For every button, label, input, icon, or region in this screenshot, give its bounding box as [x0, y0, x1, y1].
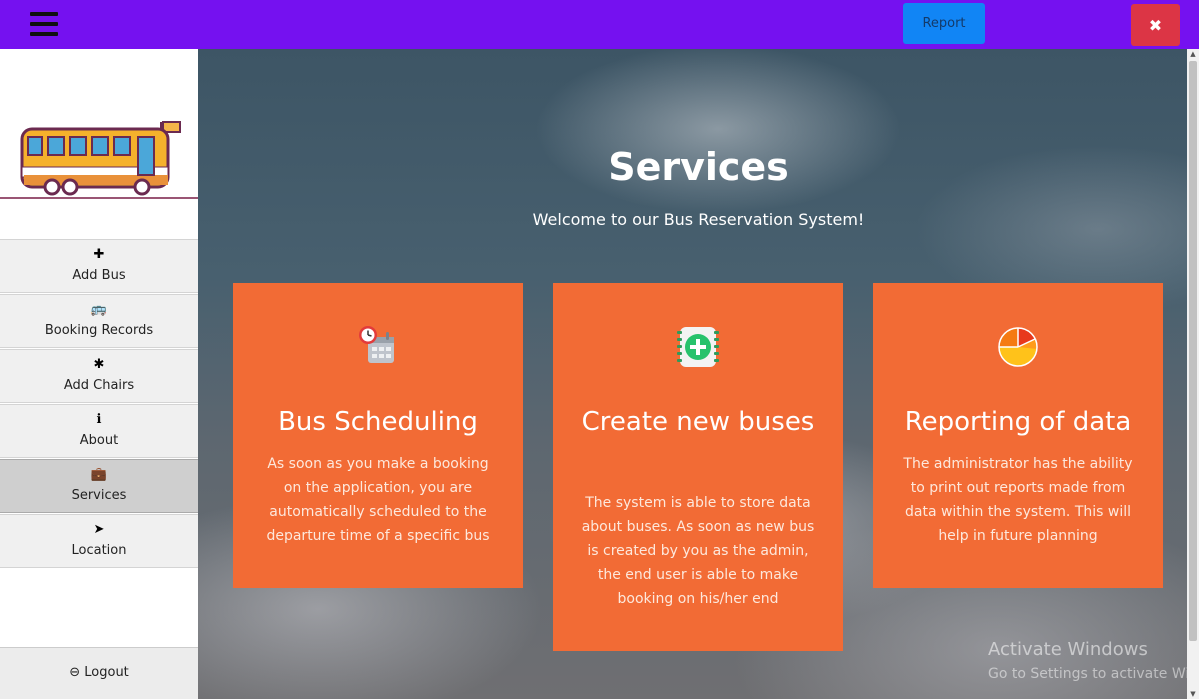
bug-icon: ✱ — [93, 357, 105, 372]
page-title: Services — [608, 145, 789, 189]
calendar-clock-icon — [359, 326, 394, 363]
close-button[interactable]: ✖ — [1131, 4, 1180, 46]
sidebar-item-services[interactable]: 💼 Services — [0, 459, 198, 513]
plus-icon: ✚ — [93, 247, 105, 262]
hamburger-menu-icon[interactable] — [30, 12, 58, 36]
card-text: The system is able to store data about b… — [581, 495, 815, 607]
pie-chart-icon — [998, 327, 1038, 367]
sidebar-item-label: About — [79, 433, 119, 448]
sidebar-item-about[interactable]: ℹ About — [0, 404, 198, 458]
main-content: Services Welcome to our Bus Reservation … — [198, 49, 1199, 699]
sidebar-item-add-bus[interactable]: ✚ Add Bus — [0, 239, 198, 293]
add-bus-icon — [677, 327, 719, 367]
sidebar-item-add-chairs[interactable]: ✱ Add Chairs — [0, 349, 198, 403]
card-text: The administrator has the ability to pri… — [903, 456, 1133, 544]
windows-activation-subtext: Go to Settings to activate Windows. — [988, 666, 1199, 682]
sidebar: ✚ Add Bus 🚌 Booking Records ✱ Add Chairs… — [0, 49, 198, 699]
sidebar-item-label: Booking Records — [44, 323, 154, 338]
sidebar-item-label: Location — [71, 543, 127, 558]
vertical-scrollbar[interactable]: ▲ ▼ — [1187, 49, 1199, 699]
card-title: Create new buses — [581, 407, 815, 437]
bus-icon: 🚌 — [90, 302, 108, 317]
service-card-bus-scheduling: Bus Scheduling As soon as you make a boo… — [233, 283, 523, 588]
briefcase-icon: 💼 — [90, 467, 108, 482]
scrollbar-thumb[interactable] — [1189, 61, 1197, 641]
report-button[interactable]: Report — [903, 3, 985, 44]
service-card-reporting: Reporting of data The administrator has … — [873, 283, 1163, 588]
logout-icon: ⊖ — [69, 665, 81, 680]
sidebar-item-label: Add Bus — [72, 268, 126, 283]
sidebar-item-label: Add Chairs — [63, 378, 135, 393]
windows-activation-watermark: Activate Windows — [988, 639, 1148, 660]
sidebar-item-label: Services — [71, 488, 127, 503]
sidebar-item-booking-records[interactable]: 🚌 Booking Records — [0, 294, 198, 348]
card-text: As soon as you make a booking on the app… — [266, 456, 490, 544]
page-subtitle: Welcome to our Bus Reservation System! — [532, 210, 865, 229]
service-card-create-buses: Create new buses The system is able to s… — [553, 283, 843, 651]
card-title: Reporting of data — [904, 407, 1132, 437]
top-navbar: Report ✖ — [0, 0, 1199, 49]
bus-logo-icon — [20, 121, 181, 196]
sidebar-item-location[interactable]: ➤ Location — [0, 514, 198, 568]
location-arrow-icon: ➤ — [93, 522, 105, 537]
logout-button[interactable]: ⊖ Logout — [0, 647, 198, 699]
scroll-down-icon[interactable]: ▼ — [1187, 689, 1199, 699]
card-title: Bus Scheduling — [278, 407, 478, 437]
scroll-up-icon[interactable]: ▲ — [1187, 49, 1199, 59]
logo-area — [0, 49, 198, 199]
logout-label: Logout — [84, 665, 129, 680]
info-icon: ℹ — [96, 412, 102, 427]
